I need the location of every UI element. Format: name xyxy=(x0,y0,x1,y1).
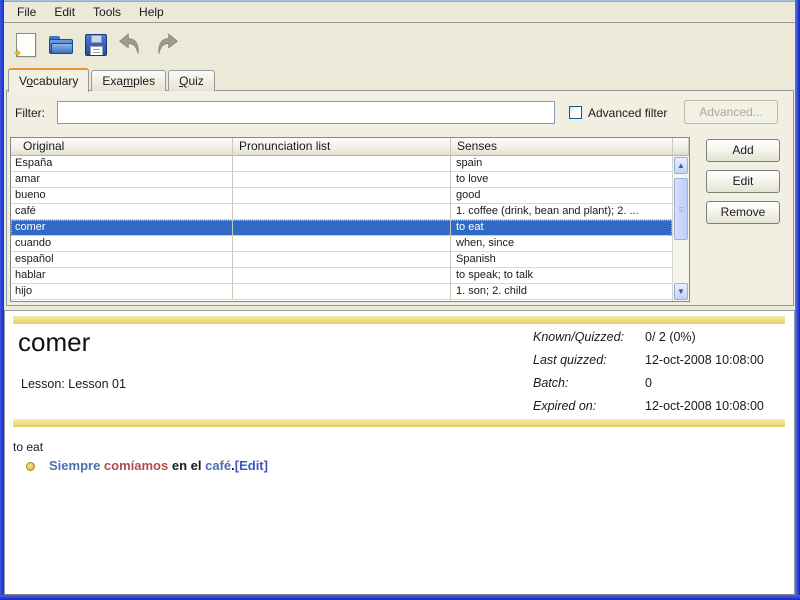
redo-button[interactable] xyxy=(152,31,180,59)
advanced-button[interactable]: Advanced... xyxy=(684,100,778,124)
new-file-button[interactable]: ✦ xyxy=(12,31,40,59)
table-row[interactable]: español Spanish xyxy=(11,252,672,268)
tab-bar: Vocabulary Examples Quiz xyxy=(8,67,217,91)
example-word: comíamos xyxy=(104,458,168,473)
table-row[interactable]: comer to eat xyxy=(11,220,672,236)
gold-divider-bottom xyxy=(13,419,785,427)
example-row: Siempre comíamos en el café.[Edit] xyxy=(5,458,794,476)
window-border-top xyxy=(0,0,800,2)
stat-row: Batch: 0 xyxy=(533,376,780,399)
stat-row: Last quizzed: 12-oct-2008 10:08:00 xyxy=(533,353,780,376)
menu-item[interactable]: File xyxy=(8,3,45,21)
table-row[interactable]: café 1. coffee (drink, bean and plant); … xyxy=(11,204,672,220)
table-header: Original Pronunciation list Senses xyxy=(11,138,689,156)
table-row[interactable]: hijo 1. son; 2. child xyxy=(11,284,672,300)
advanced-filter-label: Advanced filter xyxy=(588,106,667,120)
open-folder-button[interactable] xyxy=(47,31,75,59)
scrollbar-thumb[interactable] xyxy=(674,178,688,240)
save-icon xyxy=(85,34,107,56)
save-button[interactable] xyxy=(82,31,110,59)
remove-button[interactable]: Remove xyxy=(706,201,780,224)
new-file-icon: ✦ xyxy=(16,33,36,57)
toolbar: ✦ xyxy=(4,24,795,66)
example-word: en el xyxy=(168,458,205,473)
column-header-original[interactable]: Original xyxy=(11,138,233,156)
stat-row: Known/Quizzed: 0/ 2 (0%) xyxy=(533,330,780,353)
lesson-label: Lesson: Lesson 01 xyxy=(21,377,126,391)
menu-item[interactable]: Tools xyxy=(84,3,130,21)
example-word: Siempre xyxy=(49,458,104,473)
headword: comer xyxy=(18,327,90,358)
vocabulary-table: Original Pronunciation list Senses Españ… xyxy=(10,137,690,302)
filter-input[interactable] xyxy=(57,101,555,124)
table-row[interactable]: bueno good xyxy=(11,188,672,204)
filter-label: Filter: xyxy=(15,106,45,120)
example-sentence: Siempre comíamos en el café.[Edit] xyxy=(49,458,268,473)
redo-icon xyxy=(152,32,180,58)
window-border-bottom xyxy=(0,595,800,600)
table-row[interactable]: cuando when, since xyxy=(11,236,672,252)
table-body: España spain amar to love bueno good caf… xyxy=(11,156,672,301)
table-row[interactable]: amar to love xyxy=(11,172,672,188)
gold-divider-top xyxy=(13,316,785,324)
advanced-filter-checkbox[interactable] xyxy=(569,106,582,119)
undo-button[interactable] xyxy=(117,31,145,59)
menu-item[interactable]: Help xyxy=(130,3,173,21)
scroll-down-icon[interactable]: ▼ xyxy=(674,283,688,300)
table-row[interactable]: hablar to speak; to talk xyxy=(11,268,672,284)
edit-link[interactable]: [Edit] xyxy=(235,458,268,473)
add-button[interactable]: Add xyxy=(706,139,780,162)
entry-detail-panel: comer Lesson: Lesson 01 Known/Quizzed: 0… xyxy=(4,310,795,595)
menu-item[interactable]: Edit xyxy=(45,3,84,21)
table-scrollbar[interactable]: ▲ ▼ xyxy=(672,156,689,301)
column-header-pronunciation[interactable]: Pronunciation list xyxy=(233,138,451,156)
tab[interactable]: Quiz xyxy=(168,70,215,91)
table-row[interactable]: España spain xyxy=(11,156,672,172)
entry-stats: Known/Quizzed: 0/ 2 (0%) Last quizzed: 1… xyxy=(533,330,780,422)
sense-text: to eat xyxy=(13,440,43,454)
bullet-icon xyxy=(26,462,35,471)
scroll-up-icon[interactable]: ▲ xyxy=(674,157,688,174)
tab[interactable]: Examples xyxy=(91,70,166,91)
undo-icon xyxy=(117,32,145,58)
tab[interactable]: Vocabulary xyxy=(8,68,89,92)
window-border-left xyxy=(0,0,4,600)
column-header-senses[interactable]: Senses xyxy=(451,138,673,156)
example-word: café xyxy=(205,458,231,473)
edit-button[interactable]: Edit xyxy=(706,170,780,193)
window-border-right xyxy=(795,0,800,600)
menu-bar: FileEditToolsHelp xyxy=(4,2,795,23)
open-folder-icon xyxy=(49,36,73,54)
column-header-corner xyxy=(673,138,689,156)
